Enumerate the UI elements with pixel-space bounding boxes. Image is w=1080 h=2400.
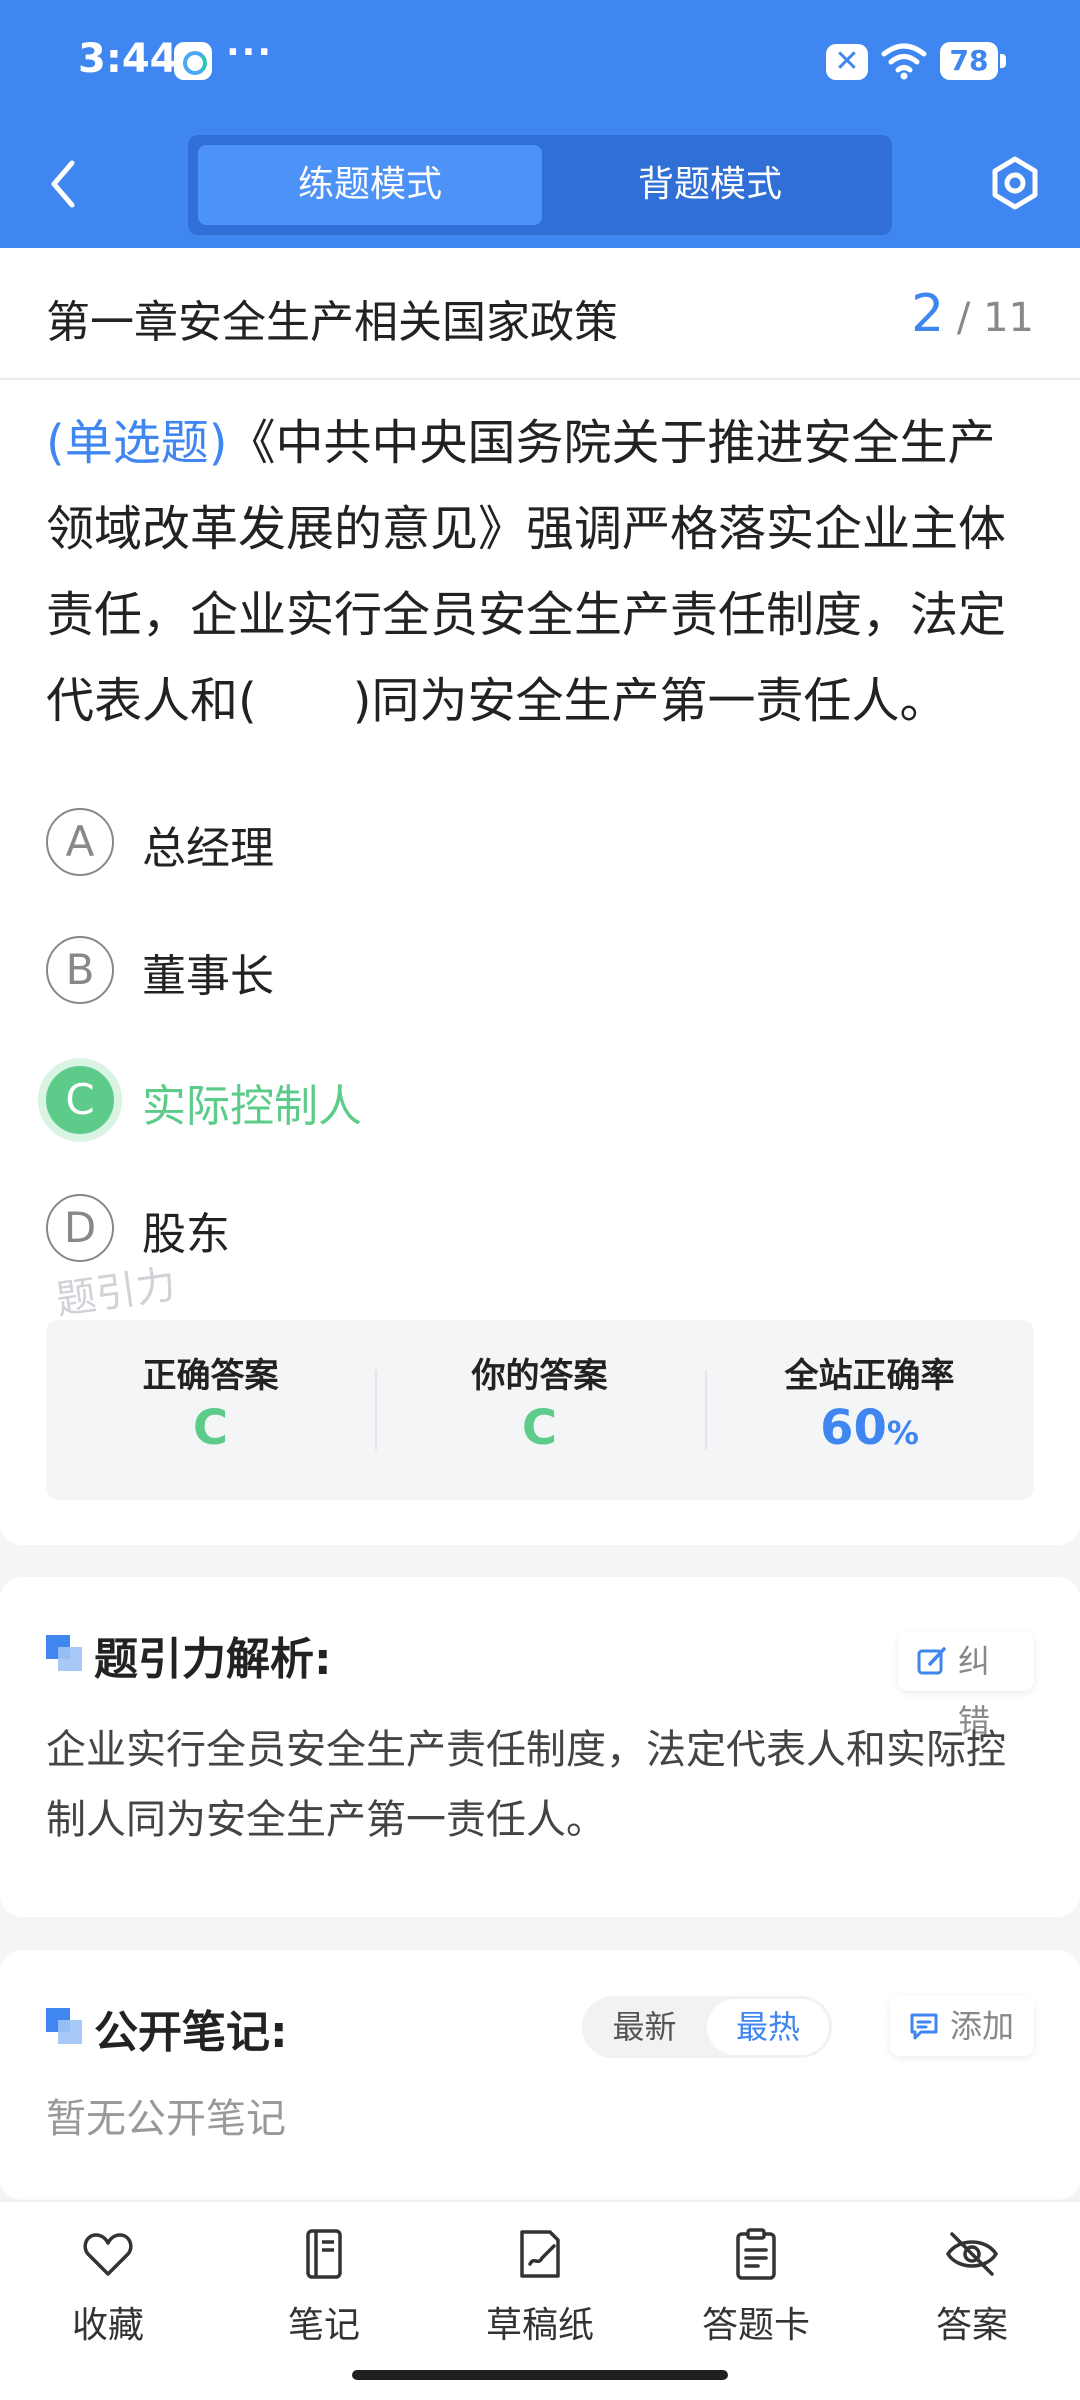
no-notes-text: 暂无公开笔记 bbox=[46, 2096, 286, 2142]
option-a[interactable]: A 总经理 bbox=[46, 808, 646, 884]
analysis-card: 题引力解析: 纠错 企业实行全员安全生产责任制度，法定代表人和实际控制人同为安全… bbox=[0, 1577, 1080, 1917]
tab-memorize-mode[interactable]: 背题模式 bbox=[538, 145, 882, 225]
divider bbox=[0, 378, 1080, 380]
section-icon bbox=[46, 1635, 82, 1671]
comment-icon bbox=[910, 2013, 938, 2040]
accuracy-number: 60 bbox=[820, 1400, 887, 1456]
option-c[interactable]: C 实际控制人 bbox=[46, 1066, 646, 1142]
close-badge-icon: ✕ bbox=[826, 44, 868, 80]
sort-toggle: 最新 最热 bbox=[582, 1996, 832, 2058]
correct-answer-label: 正确答案 bbox=[142, 1356, 279, 1396]
eye-off-icon bbox=[945, 2232, 999, 2276]
tab-practice-mode[interactable]: 练题模式 bbox=[198, 145, 542, 225]
your-answer: 你的答案 C bbox=[375, 1320, 704, 1500]
option-letter: D bbox=[46, 1194, 114, 1262]
app-notification-icon bbox=[174, 42, 212, 80]
draft-paper-button[interactable]: 草稿纸 bbox=[432, 2226, 648, 2356]
home-indicator[interactable] bbox=[352, 2370, 728, 2380]
status-time: 3:44 bbox=[78, 36, 178, 82]
back-button[interactable] bbox=[40, 155, 88, 213]
analysis-text: 企业实行全员安全生产责任制度，法定代表人和实际控制人同为安全生产第一责任人。 bbox=[46, 1727, 1006, 1843]
accuracy-unit: % bbox=[886, 1414, 919, 1452]
sort-hottest[interactable]: 最热 bbox=[707, 1999, 829, 2055]
answer-card-icon bbox=[736, 2228, 776, 2280]
status-bar: 3:44 ··· ✕ 78 bbox=[0, 0, 1080, 125]
your-answer-label: 你的答案 bbox=[471, 1356, 608, 1396]
section-icon bbox=[46, 2008, 82, 2044]
site-accuracy: 全站正确率 60% bbox=[705, 1320, 1034, 1500]
draft-paper-label: 草稿纸 bbox=[485, 2305, 594, 2346]
answer-card-label: 答题卡 bbox=[701, 2305, 810, 2346]
add-note-button[interactable]: 添加 bbox=[890, 1996, 1034, 2056]
show-answer-button[interactable]: 答案 bbox=[864, 2226, 1080, 2356]
battery-icon: 78 bbox=[940, 42, 1006, 80]
edit-icon bbox=[917, 1647, 946, 1675]
header-bar: 3:44 ··· ✕ 78 练题模式 背题模式 bbox=[0, 0, 1080, 248]
site-accuracy-value: 60% bbox=[705, 1400, 1034, 1456]
question-text: (单选题)《中共中央国务院关于推进安全生产领域改革发展的意见》强调严格落实企业主… bbox=[46, 400, 1036, 744]
report-error-button[interactable]: 纠错 bbox=[898, 1631, 1034, 1740]
analysis-title: 题引力解析: bbox=[94, 1634, 332, 1685]
correct-answer-value: C bbox=[192, 1400, 229, 1456]
current-question-number: 2 bbox=[911, 284, 945, 344]
chapter-title: 第一章安全生产相关国家政策 bbox=[46, 297, 618, 348]
wifi-icon bbox=[881, 43, 927, 80]
option-b[interactable]: B 董事长 bbox=[46, 936, 646, 1012]
total-questions: / 11 bbox=[956, 295, 1034, 341]
favorite-button[interactable]: 收藏 bbox=[0, 2226, 216, 2356]
question-counter: 2 / 11 bbox=[911, 284, 1034, 344]
answer-card-button[interactable]: 答题卡 bbox=[648, 2226, 864, 2356]
answer-summary: 正确答案 C 你的答案 C 全站正确率 60% bbox=[46, 1320, 1034, 1500]
option-letter: A bbox=[46, 808, 114, 876]
option-text: 总经理 bbox=[142, 823, 274, 874]
option-letter: C bbox=[46, 1066, 114, 1134]
settings-icon[interactable] bbox=[990, 155, 1040, 211]
draft-paper-icon bbox=[520, 2230, 560, 2278]
option-text: 董事长 bbox=[142, 951, 274, 1002]
question-card: 第一章安全生产相关国家政策 2 / 11 (单选题)《中共中央国务院关于推进安全… bbox=[0, 248, 1080, 1545]
notes-label: 笔记 bbox=[287, 2305, 360, 2346]
mode-switch: 练题模式 背题模式 bbox=[188, 135, 892, 235]
correct-answer: 正确答案 C bbox=[46, 1320, 375, 1500]
option-text: 股东 bbox=[142, 1209, 230, 1260]
notes-button[interactable]: 笔记 bbox=[216, 2226, 432, 2356]
notes-card: 公开笔记: 最新 最热 添加 暂无公开笔记 bbox=[0, 1950, 1080, 2200]
question-type: (单选题) bbox=[46, 415, 228, 471]
sort-latest[interactable]: 最新 bbox=[582, 1996, 707, 2058]
option-text: 实际控制人 bbox=[142, 1081, 362, 1132]
your-answer-value: C bbox=[521, 1400, 558, 1456]
more-notifications-icon: ··· bbox=[226, 32, 274, 73]
option-letter: B bbox=[46, 936, 114, 1004]
add-note-label: 添加 bbox=[950, 2007, 1015, 2045]
favorite-label: 收藏 bbox=[71, 2305, 144, 2346]
notebook-icon bbox=[306, 2229, 342, 2279]
heart-icon bbox=[83, 2233, 133, 2276]
site-accuracy-label: 全站正确率 bbox=[784, 1356, 955, 1396]
notes-title: 公开笔记: bbox=[94, 2007, 288, 2058]
show-answer-label: 答案 bbox=[935, 2305, 1008, 2346]
